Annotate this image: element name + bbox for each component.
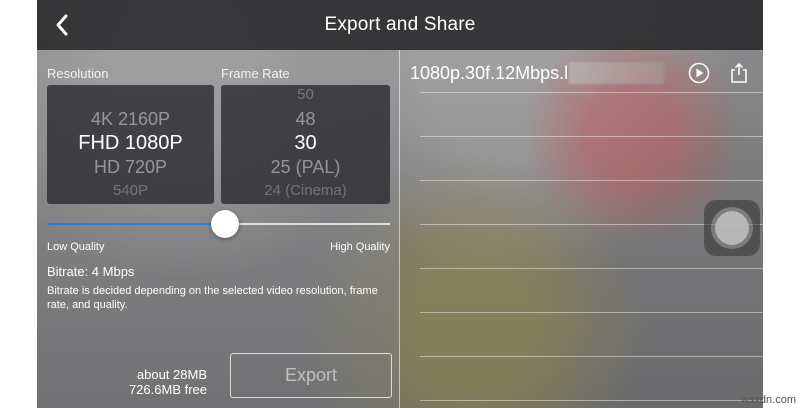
frame-rate-label: Frame Rate bbox=[221, 66, 290, 81]
resolution-option[interactable]: HD 720P bbox=[47, 155, 214, 179]
navigation-bar: Export and Share bbox=[37, 0, 763, 50]
share-icon bbox=[731, 62, 747, 83]
frame-rate-option[interactable]: 50 bbox=[221, 85, 390, 107]
bitrate-description: Bitrate is decided depending on the sele… bbox=[47, 285, 378, 311]
assistive-touch-icon bbox=[715, 211, 749, 245]
export-screen: Export and Share Resolution Frame Rate 4… bbox=[37, 0, 763, 408]
watermark: wsxdn.com bbox=[740, 394, 796, 406]
frame-rate-option[interactable]: 24 (Cinema) bbox=[221, 179, 390, 203]
resolution-picker[interactable]: 4K 2160P FHD 1080P HD 720P 540P bbox=[47, 85, 214, 204]
bitrate-value: Bitrate: 4 Mbps bbox=[47, 264, 135, 279]
resolution-label: Resolution bbox=[47, 66, 109, 81]
play-circle-icon bbox=[688, 62, 710, 84]
divider-line bbox=[420, 312, 763, 313]
redacted-filename-part bbox=[569, 62, 665, 84]
divider-line bbox=[420, 92, 763, 93]
export-button[interactable]: Export bbox=[230, 353, 392, 398]
page-title: Export and Share bbox=[324, 14, 476, 35]
resolution-option-selected[interactable]: FHD 1080P bbox=[47, 131, 214, 155]
resolution-option[interactable]: 540P bbox=[47, 179, 214, 203]
video-filename: 1080p.30f.12Mbps.l bbox=[410, 62, 569, 83]
assistive-touch-button[interactable] bbox=[704, 200, 760, 256]
quality-slider[interactable] bbox=[47, 210, 390, 238]
frame-rate-option[interactable]: 25 (PAL) bbox=[221, 155, 390, 179]
divider-line bbox=[420, 180, 763, 181]
frame-rate-picker[interactable]: 50 48 30 25 (PAL) 24 (Cinema) bbox=[221, 85, 390, 204]
free-space: 726.6MB free bbox=[128, 382, 207, 397]
divider-line bbox=[420, 136, 763, 137]
storage-info: about 28MB 726.6MB free bbox=[129, 367, 207, 397]
resolution-option[interactable]: 4K 2160P bbox=[47, 107, 214, 131]
divider-line bbox=[420, 356, 763, 357]
divider-line bbox=[420, 400, 763, 401]
preview-panel: 1080p.30f.12Mbps.l bbox=[400, 50, 763, 408]
slider-fill bbox=[47, 223, 225, 225]
slider-thumb[interactable] bbox=[211, 210, 239, 238]
low-quality-label: Low Quality bbox=[47, 241, 105, 253]
estimated-size: about 28MB bbox=[136, 367, 207, 382]
play-button[interactable] bbox=[686, 60, 712, 86]
export-settings-panel: Resolution Frame Rate 4K 2160P FHD 1080P… bbox=[37, 50, 399, 408]
share-button[interactable] bbox=[726, 60, 752, 86]
filename-row: 1080p.30f.12Mbps.l bbox=[410, 62, 665, 84]
frame-rate-option-selected[interactable]: 30 bbox=[221, 131, 390, 155]
frame-rate-option[interactable]: 48 bbox=[221, 107, 390, 131]
divider-line bbox=[420, 268, 763, 269]
high-quality-label: High Quality bbox=[330, 241, 390, 253]
